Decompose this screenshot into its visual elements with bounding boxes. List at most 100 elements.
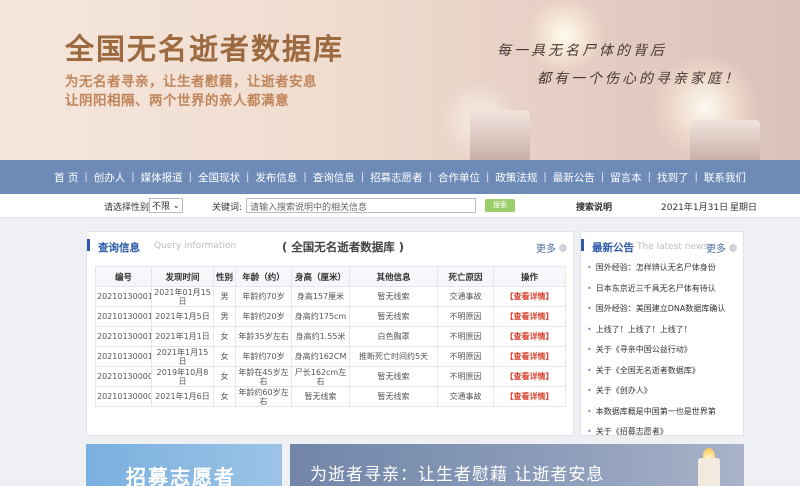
table-cell: 交通事故 xyxy=(437,286,494,307)
candle-image xyxy=(690,120,760,160)
more-label: 更多 xyxy=(536,244,556,255)
table-cell: 202101300011 xyxy=(95,326,152,347)
news-item[interactable]: 上线了！上线了！上线了！ xyxy=(587,324,741,345)
current-date: 2021年1月31日 xyxy=(661,203,729,213)
search-help-link[interactable]: 搜索说明 xyxy=(576,200,612,213)
news-item[interactable]: 关于《全国无名逝者数据库》 xyxy=(587,365,741,386)
recruit-volunteers-banner[interactable]: 招募志愿者 xyxy=(86,444,282,486)
table-cell: 202101300010 xyxy=(95,346,152,367)
gender-select[interactable]: 不限 ⌄ xyxy=(149,198,183,213)
table-cell: 女 xyxy=(213,386,236,407)
database-title: ( 全国无名逝者数据库 ) xyxy=(282,240,405,254)
page: 全国无名逝者数据库 为无名者寻亲，让生者慰藉，让逝者安息 让阴阳相隔、两个世界的… xyxy=(0,0,800,486)
query-more-link[interactable]: 更多 xyxy=(536,240,567,255)
table-cell: 暂无线索 xyxy=(349,306,438,327)
query-panel-title-en: Query information xyxy=(154,241,237,251)
table-cell: 年龄约70岁 xyxy=(235,286,292,307)
news-panel-title-en: The latest news xyxy=(637,242,709,252)
nav-item-3[interactable]: 全国现状 xyxy=(192,170,246,185)
table-row: 2021013000112021年1月1日女年龄35岁左右身高约1.55米白色胸… xyxy=(95,326,566,347)
table-cell: 年龄在45岁左右 xyxy=(235,366,292,387)
nav-item-4[interactable]: 发布信息 xyxy=(249,170,303,185)
column-header: 编号 xyxy=(95,266,152,287)
table-cell: 年龄35岁左右 xyxy=(235,326,292,347)
news-item[interactable]: 国外经验：怎样辨认无名尸体身份 xyxy=(587,262,741,283)
nav-item-0[interactable]: 首 页 xyxy=(48,170,84,185)
query-panel: 查询信息 Query information ( 全国无名逝者数据库 ) 更多 … xyxy=(86,231,574,436)
view-details-link[interactable]: 【查看详情】 xyxy=(506,352,554,361)
table-cell: 2021年1月15日 xyxy=(151,346,214,367)
table-row: 2021013000092019年10月8日女年龄在45岁左右尸长162cm左右… xyxy=(95,366,566,387)
gender-label: 请选择性别 xyxy=(104,203,150,213)
table-row: 2021013000132021年01月15日男年龄约70岁身高157厘米暂无线… xyxy=(95,286,566,307)
table-cell: 白色胸罩 xyxy=(349,326,438,347)
table-header-row: 编号 发现时间 性别 年龄（约） 身高（厘米） 其他信息 死亡原因 操作 xyxy=(95,266,566,287)
table-cell: 202101300008 xyxy=(95,386,152,407)
memorial-banner: 为逝者寻亲：让生者慰藉 让逝者安息 xyxy=(290,444,744,486)
nav-item-5[interactable]: 查询信息 xyxy=(307,170,361,185)
nav-item-11[interactable]: 找到了 xyxy=(651,170,695,185)
table-cell: 身高157厘米 xyxy=(291,286,350,307)
action-cell: 【查看详情】 xyxy=(493,286,566,307)
table-cell: 交通事故 xyxy=(437,386,494,407)
table-body: 2021013000132021年01月15日男年龄约70岁身高157厘米暂无线… xyxy=(95,286,566,407)
news-more-link[interactable]: 更多 xyxy=(706,240,737,255)
table-cell: 身高约175cm xyxy=(291,306,350,327)
news-item[interactable]: 日本东京近三千具无名尸体有待认 xyxy=(587,283,741,304)
nav-item-6[interactable]: 招募志愿者 xyxy=(364,170,429,185)
news-item[interactable]: 关于《寻亲中国公益行动》 xyxy=(587,344,741,365)
nav-item-7[interactable]: 合作单位 xyxy=(432,170,486,185)
more-dot-icon xyxy=(559,243,567,252)
table-cell: 男 xyxy=(213,306,236,327)
column-header: 死亡原因 xyxy=(437,266,494,287)
action-cell: 【查看详情】 xyxy=(493,306,566,327)
table-row: 2021013000122021年1月5日男年龄约20岁身高约175cm暂无线索… xyxy=(95,306,566,327)
site-title: 全国无名逝者数据库 xyxy=(65,32,345,66)
nav-item-10[interactable]: 留言本 xyxy=(604,170,648,185)
news-item[interactable]: 国外经验：美国建立DNA数据库确认 xyxy=(587,303,741,324)
table-cell: 女 xyxy=(213,326,236,347)
table-row: 2021013000082021年1月6日女年龄约60岁左右暂无线索暂无线索交通… xyxy=(95,386,566,407)
news-panel: 最新公告 The latest news 更多 国外经验：怎样辨认无名尸体身份日… xyxy=(580,231,744,436)
view-details-link[interactable]: 【查看详情】 xyxy=(506,372,554,381)
gender-select-value: 不限 xyxy=(152,202,171,212)
chevron-down-icon: ⌄ xyxy=(172,200,180,211)
news-list: 国外经验：怎样辨认无名尸体身份日本东京近三千具无名尸体有待认国外经验：美国建立D… xyxy=(587,262,741,435)
table-cell: 2021年1月6日 xyxy=(151,386,214,407)
keyword-input[interactable]: 请输入搜索说明中的相关信息 xyxy=(246,198,476,213)
query-panel-title: 查询信息 xyxy=(98,242,140,254)
news-item[interactable]: 本数据库概是中国第一也是世界第 xyxy=(587,406,741,427)
view-details-link[interactable]: 【查看详情】 xyxy=(506,392,554,401)
table-cell: 暂无线索 xyxy=(349,386,438,407)
nav-item-12[interactable]: 联系我们 xyxy=(698,170,752,185)
view-details-link[interactable]: 【查看详情】 xyxy=(506,312,554,321)
view-details-link[interactable]: 【查看详情】 xyxy=(506,292,554,301)
table-cell: 女 xyxy=(213,366,236,387)
nav-item-1[interactable]: 创办人 xyxy=(88,170,132,185)
candle-image xyxy=(470,110,530,160)
table-cell: 202101300013 xyxy=(95,286,152,307)
nav-item-9[interactable]: 最新公告 xyxy=(547,170,601,185)
column-header: 身高（厘米） xyxy=(291,266,350,287)
table-cell: 推断死亡时间约5天 xyxy=(349,346,438,367)
news-panel-header: 最新公告 The latest news 更多 xyxy=(581,232,743,260)
column-header: 其他信息 xyxy=(349,266,438,287)
table-row: 2021013000102021年1月15日女年龄约70岁身高约162CM推断死… xyxy=(95,346,566,367)
news-panel-title: 最新公告 xyxy=(592,242,634,254)
table-cell: 暂无线索 xyxy=(291,386,350,407)
nav-item-2[interactable]: 媒体报道 xyxy=(135,170,189,185)
table-cell: 身高约162CM xyxy=(291,346,350,367)
table-cell: 202101300009 xyxy=(95,366,152,387)
more-dot-icon xyxy=(729,243,737,252)
news-item[interactable]: 关于《创办人》 xyxy=(587,385,741,406)
search-button[interactable]: 搜索 xyxy=(485,199,515,212)
title-accent-bar xyxy=(87,239,90,251)
news-item[interactable]: 关于《招募志愿者》 xyxy=(587,426,741,435)
view-details-link[interactable]: 【查看详情】 xyxy=(506,332,554,341)
site-slogan-line2: 让阴阳相隔、两个世界的亲人都满意 xyxy=(65,93,289,109)
table-cell: 202101300012 xyxy=(95,306,152,327)
column-header: 发现时间 xyxy=(151,266,214,287)
table-cell: 2021年1月1日 xyxy=(151,326,214,347)
nav-item-8[interactable]: 政策法规 xyxy=(489,170,543,185)
action-cell: 【查看详情】 xyxy=(493,326,566,347)
